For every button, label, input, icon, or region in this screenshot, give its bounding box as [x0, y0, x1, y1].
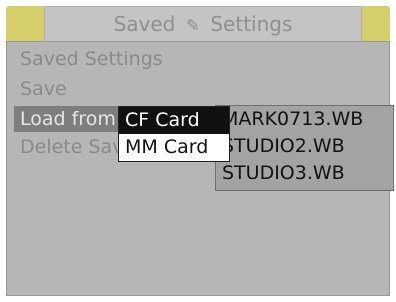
menu-item-saved-settings[interactable]: Saved Settings: [20, 46, 163, 72]
file-item[interactable]: STUDIO2.WB: [222, 133, 393, 160]
file-item[interactable]: MARK0713.WB: [222, 106, 393, 133]
file-list: MARK0713.WB STUDIO2.WB STUDIO3.WB: [215, 105, 394, 191]
pencil-icon: ✎: [185, 16, 200, 36]
menu-item-load-from[interactable]: Load from: [14, 106, 134, 132]
header-tab: Saved ✎ Settings: [44, 6, 362, 41]
header-title-right: Settings: [210, 12, 293, 36]
source-option-cf-card[interactable]: CF Card: [119, 107, 229, 134]
file-item[interactable]: STUDIO3.WB: [222, 160, 393, 187]
source-submenu: CF Card MM Card: [118, 106, 230, 162]
settings-screen: Saved ✎ Settings Saved Settings Save Loa…: [6, 6, 394, 296]
menu-item-save[interactable]: Save: [20, 76, 67, 102]
source-option-mm-card[interactable]: MM Card: [119, 134, 229, 161]
header-title-left: Saved: [113, 12, 176, 36]
